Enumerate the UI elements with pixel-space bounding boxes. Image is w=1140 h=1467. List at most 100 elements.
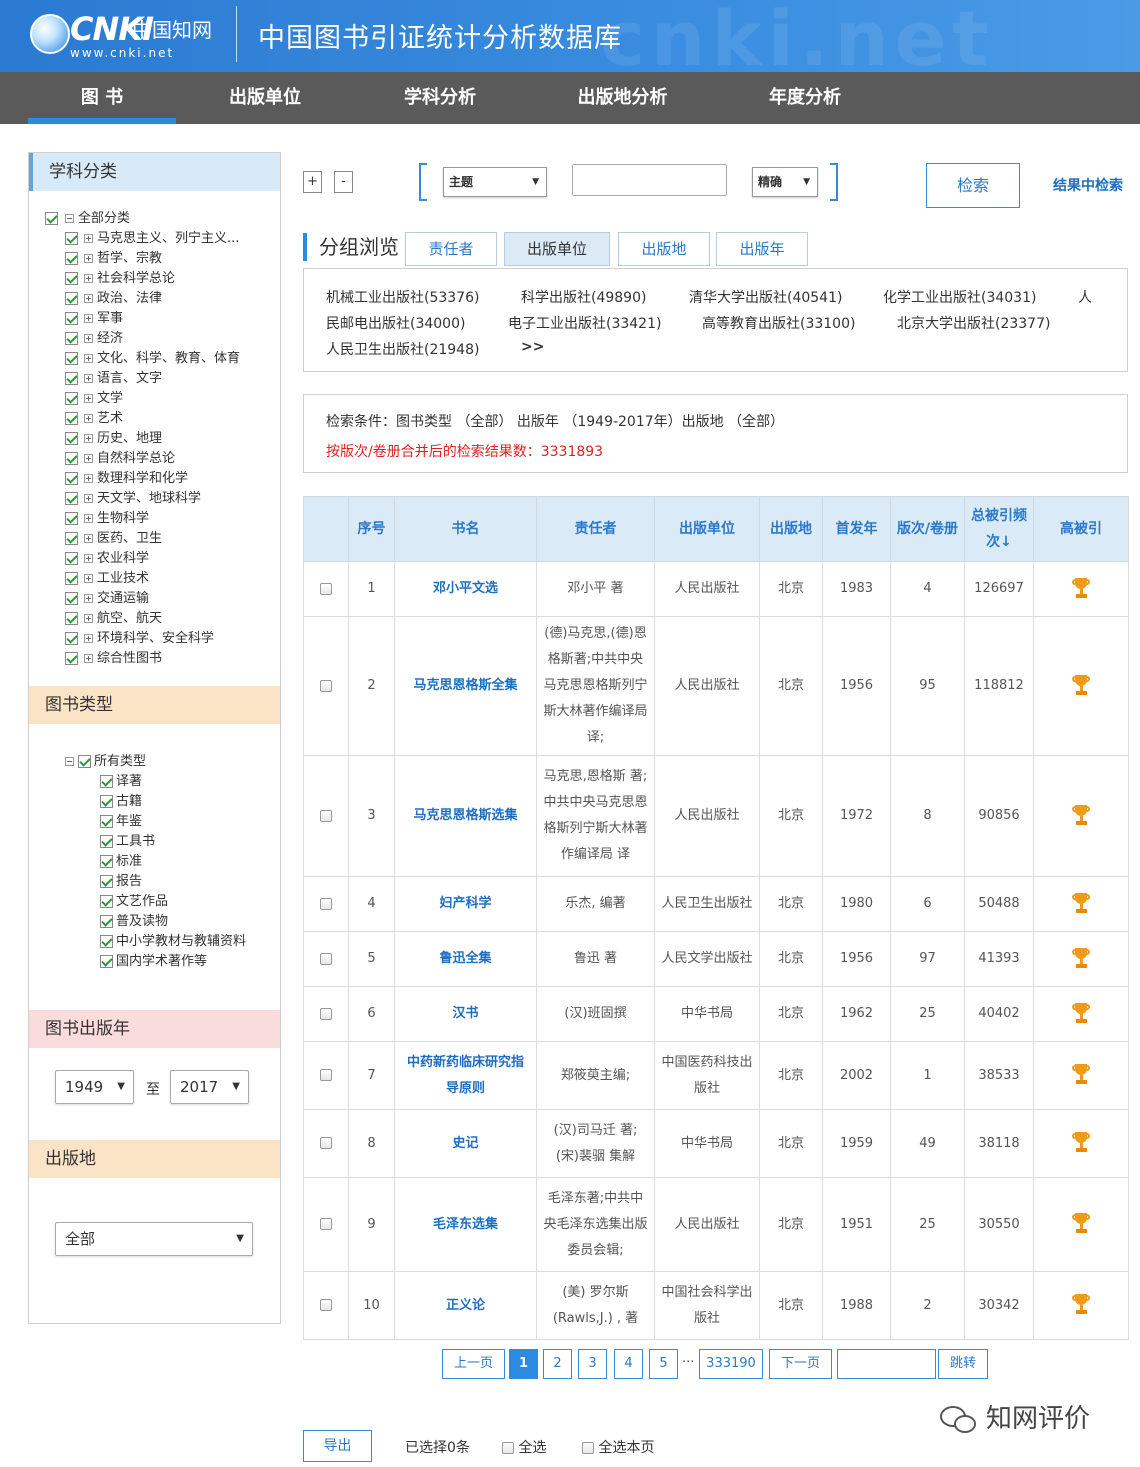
place-select[interactable]: 全部 ▼ <box>55 1222 253 1256</box>
select-all-control[interactable]: 全选 <box>502 1437 546 1457</box>
checkbox-icon[interactable] <box>65 452 78 465</box>
tab-publisher[interactable]: 出版单位 <box>504 232 610 266</box>
expand-icon[interactable] <box>84 514 93 523</box>
expand-icon[interactable] <box>84 374 93 383</box>
publisher-link[interactable]: 电子工业出版社(33421) <box>508 313 661 333</box>
trophy-icon[interactable] <box>1072 892 1090 915</box>
more-publishers-link[interactable]: >> <box>521 339 544 355</box>
expand-icon[interactable] <box>84 254 93 263</box>
header-title[interactable]: 书名 <box>394 496 537 562</box>
subject-item[interactable]: 综合性图书 <box>65 649 162 669</box>
expand-icon[interactable] <box>84 274 93 283</box>
header-publisher[interactable]: 出版单位 <box>654 496 760 562</box>
subject-item[interactable]: 医药、卫生 <box>65 529 162 549</box>
checkbox-icon[interactable] <box>65 552 78 565</box>
expand-icon[interactable] <box>84 434 93 443</box>
prev-page-button[interactable]: 上一页 <box>442 1349 505 1379</box>
header-total-cites[interactable]: 总被引频次↓ <box>964 496 1034 562</box>
page-button[interactable]: 1 <box>509 1349 538 1379</box>
remove-condition-button[interactable]: - <box>334 171 353 193</box>
trophy-icon[interactable] <box>1072 947 1090 970</box>
checkbox-icon[interactable] <box>65 412 78 425</box>
row-checkbox[interactable] <box>320 679 332 692</box>
checkbox-icon[interactable] <box>100 775 113 788</box>
nav-books[interactable]: 图 书 <box>28 72 176 124</box>
search-field-select[interactable]: 主题 ▼ <box>443 167 547 197</box>
nav-year-analysis[interactable]: 年度分析 <box>740 72 870 124</box>
expand-icon[interactable] <box>84 454 93 463</box>
checkbox-icon[interactable] <box>65 592 78 605</box>
header-no[interactable]: 序号 <box>348 496 395 562</box>
subject-root[interactable]: 全部分类 <box>45 209 130 229</box>
checkbox-icon[interactable] <box>100 895 113 908</box>
page-button[interactable]: 5 <box>649 1349 678 1379</box>
book-title-link[interactable]: 毛泽东选集 <box>394 1177 537 1272</box>
subject-item[interactable]: 文化、科学、教育、体育 <box>65 349 240 369</box>
checkbox-icon[interactable] <box>100 795 113 808</box>
type-item[interactable]: 普及读物 <box>100 912 168 932</box>
expand-icon[interactable] <box>84 474 93 483</box>
type-item[interactable]: 中小学教材与教辅资料 <box>100 932 246 952</box>
next-page-button[interactable]: 下一页 <box>769 1349 832 1379</box>
search-input[interactable] <box>572 164 727 196</box>
checkbox-icon[interactable] <box>78 755 91 768</box>
checkbox-icon[interactable] <box>65 572 78 585</box>
page-button[interactable]: 3 <box>578 1349 607 1379</box>
checkbox-icon[interactable] <box>100 835 113 848</box>
expand-icon[interactable] <box>84 654 93 663</box>
expand-icon[interactable] <box>84 634 93 643</box>
type-item[interactable]: 译著 <box>100 772 142 792</box>
expand-icon[interactable] <box>84 414 93 423</box>
add-condition-button[interactable]: + <box>303 171 322 193</box>
subject-item[interactable]: 军事 <box>65 309 123 329</box>
tab-place[interactable]: 出版地 <box>618 232 710 266</box>
subject-item[interactable]: 哲学、宗教 <box>65 249 162 269</box>
row-checkbox[interactable] <box>320 1069 332 1081</box>
subject-item[interactable]: 生物科学 <box>65 509 149 529</box>
type-item[interactable]: 文艺作品 <box>100 892 168 912</box>
subject-item[interactable]: 文学 <box>65 389 123 409</box>
expand-icon[interactable] <box>84 234 93 243</box>
checkbox-icon[interactable] <box>65 612 78 625</box>
checkbox-icon[interactable] <box>65 652 78 665</box>
trophy-icon[interactable] <box>1072 1294 1090 1316</box>
book-title-link[interactable]: 马克思恩格斯全集 <box>394 616 537 756</box>
trophy-icon[interactable] <box>1072 1132 1090 1154</box>
checkbox-icon[interactable] <box>65 352 78 365</box>
subject-item[interactable]: 工业技术 <box>65 569 149 589</box>
checkbox-icon[interactable] <box>65 252 78 265</box>
publisher-link[interactable]: 人 <box>1078 287 1092 307</box>
type-item[interactable]: 国内学术著作等 <box>100 952 207 972</box>
row-checkbox[interactable] <box>320 1299 332 1311</box>
type-root[interactable]: 所有类型 <box>65 752 146 772</box>
book-title-link[interactable]: 中药新药临床研究指导原则 <box>394 1041 537 1110</box>
trophy-icon[interactable] <box>1072 804 1090 827</box>
subject-item[interactable]: 自然科学总论 <box>65 449 175 469</box>
type-item[interactable]: 工具书 <box>100 832 155 852</box>
checkbox-icon[interactable] <box>65 632 78 645</box>
publisher-link[interactable]: 高等教育出版社(33100) <box>702 313 855 333</box>
publisher-link[interactable]: 民邮电出版社(34000) <box>326 313 465 333</box>
book-title-link[interactable]: 妇产科学 <box>394 876 537 932</box>
subject-item[interactable]: 政治、法律 <box>65 289 162 309</box>
type-item[interactable]: 报告 <box>100 872 142 892</box>
publisher-link[interactable]: 化学工业出版社(34031) <box>883 287 1036 307</box>
page-jump-input[interactable] <box>837 1349 936 1379</box>
row-checkbox[interactable] <box>320 582 332 595</box>
select-page-checkbox[interactable] <box>582 1442 594 1454</box>
header-author[interactable]: 责任者 <box>536 496 655 562</box>
checkbox-icon[interactable] <box>100 955 113 968</box>
expand-icon[interactable] <box>84 294 93 303</box>
checkbox-icon[interactable] <box>65 232 78 245</box>
publisher-link[interactable]: 人民卫生出版社(21948) <box>326 339 479 359</box>
row-checkbox[interactable] <box>320 1218 332 1230</box>
collapse-icon[interactable] <box>65 757 74 766</box>
select-all-checkbox[interactable] <box>502 1442 514 1454</box>
nav-publishers[interactable]: 出版单位 <box>200 72 330 124</box>
subject-item[interactable]: 环境科学、安全科学 <box>65 629 214 649</box>
checkbox-icon[interactable] <box>100 815 113 828</box>
expand-icon[interactable] <box>84 594 93 603</box>
expand-icon[interactable] <box>84 394 93 403</box>
nav-subject-analysis[interactable]: 学科分析 <box>375 72 505 124</box>
page-button[interactable]: 4 <box>614 1349 643 1379</box>
